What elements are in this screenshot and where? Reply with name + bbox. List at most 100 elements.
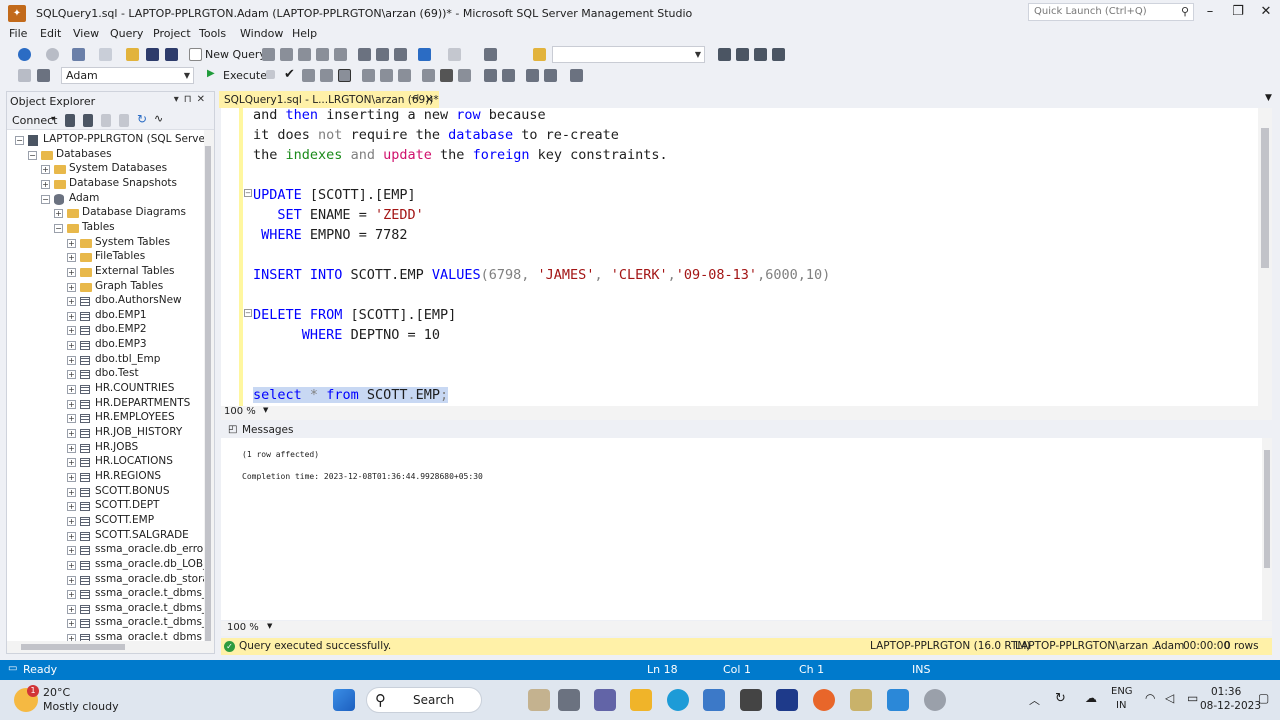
results-option-icon[interactable]: [338, 69, 351, 82]
cloud-icon[interactable]: ☁: [1085, 691, 1097, 705]
dropdown-icon[interactable]: ▾: [174, 94, 184, 105]
tree-node-table[interactable]: + SCOTT.SALGRADE: [7, 529, 204, 544]
toolbox-icon[interactable]: [754, 48, 767, 61]
close-icon[interactable]: ✕: [197, 94, 210, 105]
tree-node-databases[interactable]: − Databases: [7, 148, 204, 163]
live-stats-icon[interactable]: [380, 69, 393, 82]
expand-icon[interactable]: +: [67, 370, 76, 380]
visual-studio-code-icon[interactable]: [776, 689, 798, 711]
tree-node-table[interactable]: + SCOTT.EMP: [7, 514, 204, 529]
close-tab-icon[interactable]: ✕: [425, 93, 434, 106]
properties-icon[interactable]: [736, 48, 749, 61]
expand-icon[interactable]: +: [41, 165, 50, 175]
tree-node-table[interactable]: + ssma_oracle.db_LOB_outp: [7, 558, 204, 573]
tree-node-table[interactable]: + ssma_oracle.t_dbms_sql_d: [7, 616, 204, 631]
tree-node-table[interactable]: + dbo.EMP2: [7, 323, 204, 338]
messages-vscroll[interactable]: [1262, 438, 1272, 620]
language-in[interactable]: IN: [1116, 700, 1126, 711]
menu-file[interactable]: File: [9, 27, 27, 40]
start-button-icon[interactable]: [333, 689, 355, 711]
menu-edit[interactable]: Edit: [40, 27, 61, 40]
uncomment-icon[interactable]: [502, 69, 515, 82]
battery-icon[interactable]: ▭: [1187, 691, 1198, 705]
wifi-icon[interactable]: ◠: [1145, 691, 1155, 705]
tree-node-table[interactable]: + ssma_oracle.t_dbms_sql_b: [7, 587, 204, 602]
expand-icon[interactable]: +: [67, 516, 76, 526]
minimize-button[interactable]: –: [1200, 4, 1220, 22]
open-file-icon[interactable]: [126, 48, 139, 61]
ssms-taskbar-icon[interactable]: [850, 689, 872, 711]
teams-chat-icon[interactable]: [594, 689, 616, 711]
expand-icon[interactable]: +: [67, 590, 76, 600]
xmla-query-icon[interactable]: [298, 48, 311, 61]
clock-date[interactable]: 08-12-2023: [1200, 700, 1261, 712]
tab-overflow-icon[interactable]: ▼: [1265, 93, 1272, 103]
app-icon[interactable]: [740, 689, 762, 711]
expand-icon[interactable]: +: [67, 399, 76, 409]
expand-icon[interactable]: +: [67, 619, 76, 629]
execute-icon[interactable]: ▶: [207, 68, 215, 79]
expand-icon[interactable]: +: [67, 355, 76, 365]
expand-icon[interactable]: +: [67, 326, 76, 336]
results-to-grid-icon[interactable]: [440, 69, 453, 82]
tree-node-table[interactable]: + dbo.tbl_Emp: [7, 353, 204, 368]
volume-icon[interactable]: ◁: [1165, 691, 1174, 705]
chevron-down-icon[interactable]: ▼: [267, 622, 272, 630]
mdx-query-icon[interactable]: [262, 48, 275, 61]
estimated-plan-icon[interactable]: [302, 69, 315, 82]
chevron-down-icon[interactable]: ▼: [263, 406, 268, 414]
activity-monitor-icon[interactable]: ∿: [154, 112, 163, 125]
forward-icon[interactable]: [46, 48, 59, 61]
messages-zoom-select[interactable]: 100 %: [227, 622, 259, 633]
expand-icon[interactable]: +: [67, 472, 76, 482]
cut-icon[interactable]: [358, 48, 371, 61]
tree-node-table[interactable]: + HR.JOBS: [7, 441, 204, 456]
query-editor[interactable]: and then inserting a new row because it …: [221, 108, 1271, 406]
tree-node-table[interactable]: + dbo.EMP3: [7, 338, 204, 353]
edge-browser-icon[interactable]: [667, 689, 689, 711]
search-icon[interactable]: ⚲: [1181, 5, 1189, 18]
taskbar-search[interactable]: ⚲ Search: [366, 687, 482, 713]
expand-icon[interactable]: +: [67, 311, 76, 321]
tab-messages[interactable]: Messages: [242, 424, 294, 436]
new-query-button[interactable]: New Query: [205, 48, 266, 61]
object-explorer-vscroll[interactable]: [204, 130, 214, 646]
connect-plug-icon[interactable]: [65, 114, 75, 127]
language-eng[interactable]: ENG: [1111, 686, 1133, 697]
store-icon[interactable]: [703, 689, 725, 711]
tree-node-folder[interactable]: + System Tables: [7, 236, 204, 251]
tree-node-system-databases[interactable]: + System Databases: [7, 162, 204, 177]
object-explorer-hscroll[interactable]: [7, 641, 214, 653]
paste-icon[interactable]: [394, 48, 407, 61]
copy-icon[interactable]: [376, 48, 389, 61]
expand-icon[interactable]: +: [54, 209, 63, 219]
expand-icon[interactable]: +: [67, 487, 76, 497]
expand-icon[interactable]: +: [67, 560, 76, 570]
disconnect-icon[interactable]: [83, 114, 93, 127]
notification-icon[interactable]: ▢: [1258, 691, 1269, 705]
dax-query-icon[interactable]: [334, 48, 347, 61]
tree-node-tables[interactable]: − Tables: [7, 221, 204, 236]
chevron-down-icon[interactable]: ▾: [51, 114, 55, 123]
tree-node-folder[interactable]: + External Tables: [7, 265, 204, 280]
file-explorer-icon[interactable]: [630, 689, 652, 711]
expand-icon[interactable]: +: [67, 458, 76, 468]
actual-plan-icon[interactable]: [362, 69, 375, 82]
tree-node-table[interactable]: + ssma_oracle.db_error_list: [7, 543, 204, 558]
new-query-icon[interactable]: [189, 48, 202, 61]
undo-icon[interactable]: [418, 48, 431, 61]
menu-window[interactable]: Window: [240, 27, 283, 40]
parse-check-icon[interactable]: ✔: [284, 67, 295, 82]
expand-icon[interactable]: +: [41, 179, 50, 189]
notepad-icon[interactable]: [887, 689, 909, 711]
add-item-icon[interactable]: [99, 48, 112, 61]
find-combo[interactable]: ▼: [552, 46, 705, 63]
tab-sqlquery1[interactable]: SQLQuery1.sql - L...LRGTON\arzan (69))* …: [219, 91, 439, 108]
redo-icon[interactable]: [448, 48, 461, 61]
increase-indent-icon[interactable]: [544, 69, 557, 82]
expand-icon[interactable]: +: [67, 267, 76, 277]
editor-vscroll[interactable]: [1258, 108, 1272, 406]
tree-node-server[interactable]: − LAPTOP-PPLRGTON (SQL Server 16.0.: [7, 133, 204, 148]
change-connection-icon[interactable]: [37, 69, 50, 82]
filter-icon[interactable]: [119, 114, 129, 127]
